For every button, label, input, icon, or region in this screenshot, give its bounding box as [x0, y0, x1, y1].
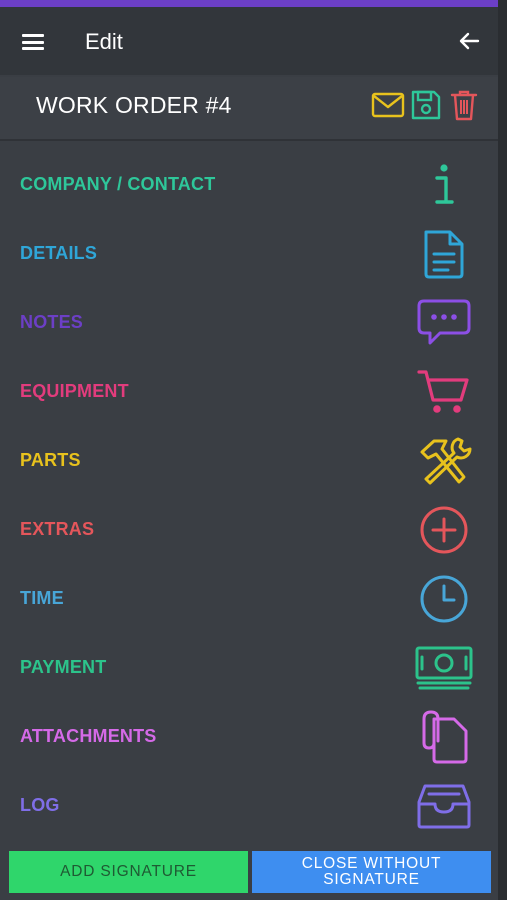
menu-item-label: NOTES [20, 312, 84, 332]
menu-item-label: EXTRAS [20, 519, 95, 539]
menu-item-notes[interactable]: NOTES [0, 288, 498, 357]
menu-item-label: TIME [20, 588, 64, 608]
menu-item-extras[interactable]: EXTRAS [0, 495, 498, 564]
arrow-left-icon[interactable] [458, 30, 480, 52]
clock-icon [412, 567, 476, 631]
trash-icon[interactable] [446, 87, 482, 123]
menu-item-equipment[interactable]: EQUIPMENT [0, 357, 498, 426]
attachment-icon [412, 705, 476, 769]
work-order-title: WORK ORDER #4 [36, 92, 232, 118]
menu-item-label: COMPANY / CONTACT [20, 174, 216, 194]
inbox-icon [412, 774, 476, 838]
menu-item-log[interactable]: LOG [0, 771, 498, 840]
section-menu: COMPANY / CONTACT DETAILS NOTES EQUIPMEN… [0, 150, 498, 840]
save-icon[interactable] [408, 87, 444, 123]
work-order-actions [370, 87, 482, 123]
menu-item-payment[interactable]: PAYMENT [0, 633, 498, 702]
tools-icon [412, 429, 476, 493]
menu-item-company-contact[interactable]: COMPANY / CONTACT [0, 150, 498, 219]
add-signature-button[interactable]: ADD SIGNATURE [9, 851, 248, 893]
info-icon [412, 153, 476, 217]
document-icon [412, 222, 476, 286]
menu-item-label: ATTACHMENTS [20, 726, 157, 746]
work-order-bar: WORK ORDER #4 [0, 77, 498, 141]
menu-item-label: PAYMENT [20, 657, 107, 677]
hamburger-icon[interactable] [22, 34, 44, 50]
email-icon[interactable] [370, 87, 406, 123]
footer-actions: ADD SIGNATURE CLOSE WITHOUT SIGNATURE [0, 841, 498, 900]
accent-bar [0, 0, 498, 7]
app-screen: Edit WORK ORDER #4 COMPANY / CONTACT DET… [0, 0, 498, 900]
menu-item-label: EQUIPMENT [20, 381, 129, 401]
chat-icon [412, 291, 476, 355]
close-without-signature-button[interactable]: CLOSE WITHOUT SIGNATURE [252, 851, 491, 893]
menu-item-attachments[interactable]: ATTACHMENTS [0, 702, 498, 771]
money-icon [412, 636, 476, 700]
menu-item-details[interactable]: DETAILS [0, 219, 498, 288]
menu-item-label: PARTS [20, 450, 81, 470]
menu-item-label: LOG [20, 795, 60, 815]
plus-circle-icon [412, 498, 476, 562]
menu-item-parts[interactable]: PARTS [0, 426, 498, 495]
header-title: Edit [85, 29, 123, 54]
menu-item-label: DETAILS [20, 243, 98, 263]
menu-item-time[interactable]: TIME [0, 564, 498, 633]
cart-icon [412, 360, 476, 424]
app-header: Edit [0, 7, 498, 75]
window-edge [498, 0, 507, 900]
